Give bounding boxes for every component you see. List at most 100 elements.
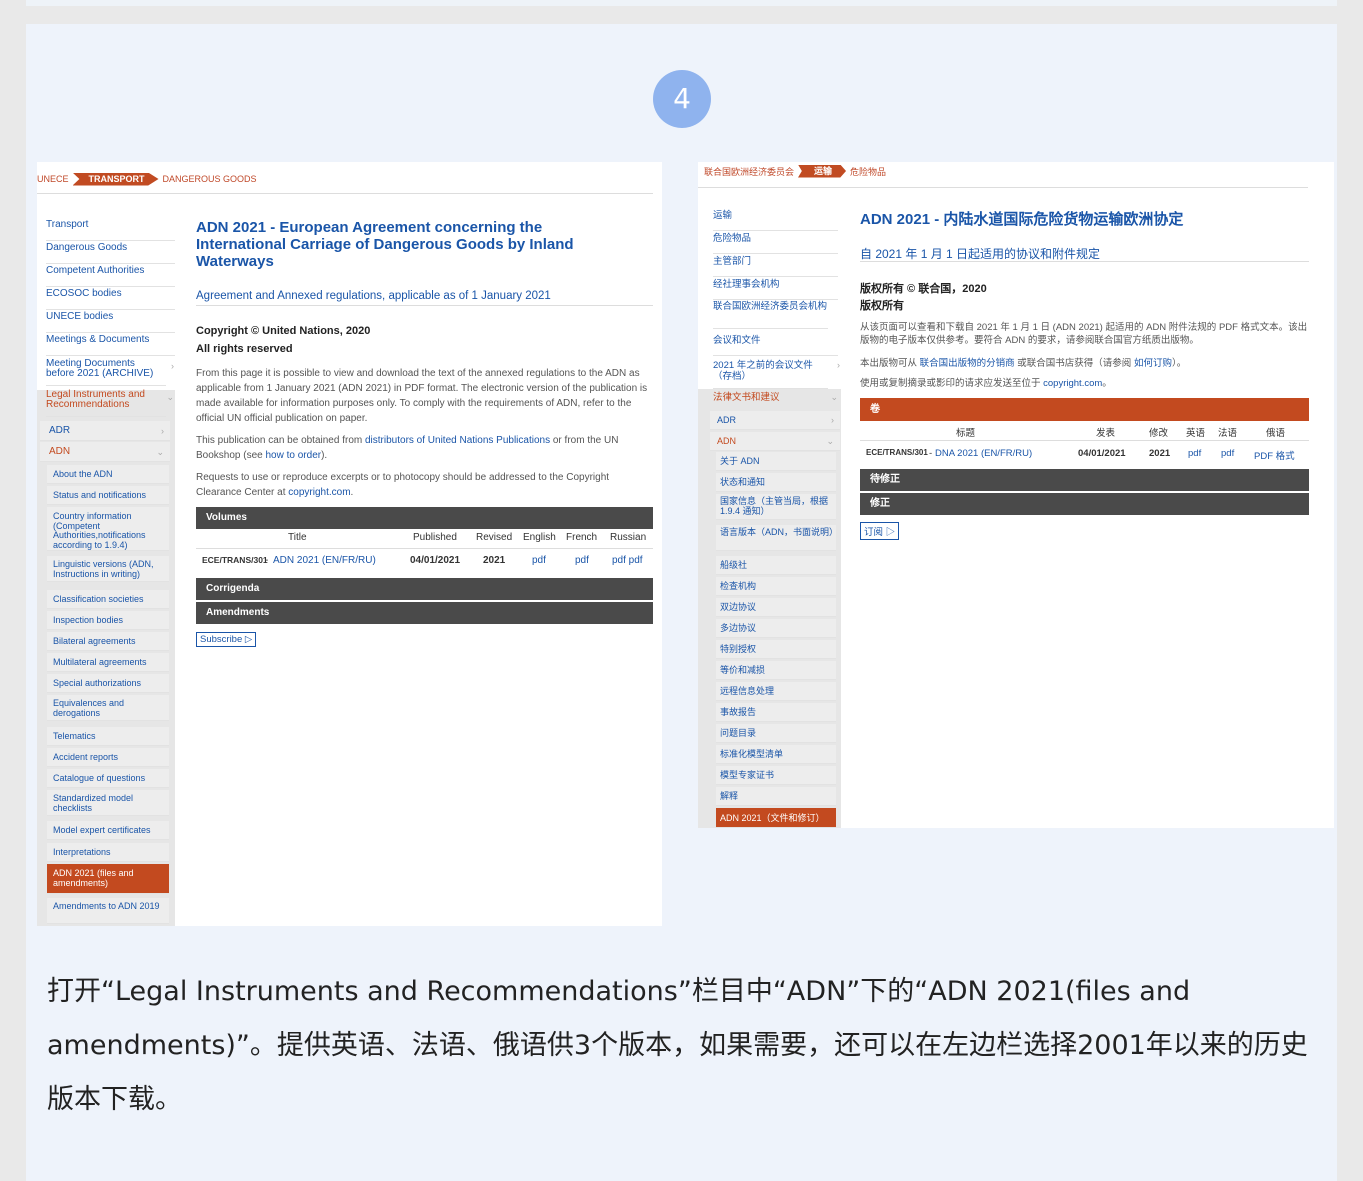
breadcrumb-unece[interactable]: UNECE	[37, 174, 69, 184]
nav-model-checklists[interactable]: Standardized model checklists	[47, 790, 169, 816]
nav-status-notifications[interactable]: Status and notifications	[47, 486, 169, 505]
screenshot-english: UNECE TRANSPORT DANGEROUS GOODS Transpor…	[37, 162, 662, 926]
nav-meetings-documents[interactable]: Meetings & Documents	[46, 333, 175, 356]
nav-classification-zh[interactable]: 船级社	[716, 556, 836, 575]
amendments-header-zh[interactable]: 修正	[860, 493, 1309, 515]
nav-adr-zh[interactable]: ADR ›	[710, 411, 840, 430]
nav-adn[interactable]: ADN ⌄	[40, 442, 170, 462]
nav-unece-bodies[interactable]: UNECE bodies	[46, 310, 175, 333]
breadcrumb-transport-zh[interactable]: 运输	[798, 164, 847, 178]
nav-dangerous-goods-zh[interactable]: 危险物品	[713, 232, 838, 254]
nav-status-zh[interactable]: 状态和通知	[716, 473, 836, 492]
breadcrumb-dangerous-goods-zh[interactable]: 危险物品	[850, 165, 886, 178]
russian-pdf-link-zh[interactable]: PDF 格式	[1254, 448, 1295, 462]
french-pdf-link-zh[interactable]: pdf	[1221, 448, 1234, 459]
nav-adn-2021-zh[interactable]: ADN 2021（文件和修订）	[716, 808, 836, 828]
copyright-link[interactable]: copyright.com	[288, 487, 350, 498]
adn-2021-title-link[interactable]: ADN 2021 (EN/FR/RU)	[273, 555, 376, 566]
english-pdf-link[interactable]: pdf	[532, 555, 546, 566]
nav-checklists-zh[interactable]: 标准化模型清单	[716, 745, 836, 764]
nav-multilateral-zh[interactable]: 多边协议	[716, 619, 836, 638]
caption: 打开“Legal Instruments and Recommendations…	[47, 976, 1308, 1115]
nav-country-zh[interactable]: 国家信息（主管当局，根据 1.9.4 通知）	[716, 494, 836, 520]
table-header-row: Title Published Revised English French R…	[196, 532, 653, 549]
screenshot-chinese: 联合国欧洲经济委员会 运输 危险物品 运输 危险物品 主管部门 经社理事会机构 …	[698, 162, 1334, 828]
nav-country-information[interactable]: Country information (Competent Authoriti…	[47, 507, 169, 551]
page-subtitle-zh: 自 2021 年 1 月 1 日起适用的协议和附件规定	[860, 247, 1101, 261]
nav-interpretations-zh[interactable]: 解释	[716, 787, 836, 806]
nav-archive-zh[interactable]: 2021 年之前的会议文件（存档） ›	[713, 360, 840, 389]
nav-special-authorizations[interactable]: Special authorizations	[47, 674, 169, 693]
nav-competent-authorities-zh[interactable]: 主管部门	[713, 255, 838, 277]
nav-adn-2021-files[interactable]: ADN 2021 (files and amendments)	[47, 864, 169, 894]
table-row-zh: ECE/TRANS/301 - DNA 2021 (EN/FR/RU) 04/0…	[866, 448, 1295, 462]
nav-bilateral-agreements[interactable]: Bilateral agreements	[47, 632, 169, 651]
nav-questions-zh[interactable]: 问题目录	[716, 724, 836, 743]
rights-line: All rights reserved	[196, 343, 293, 355]
nav-competent-authorities[interactable]: Competent Authorities	[46, 264, 175, 287]
russian-pdf-link[interactable]: pdf pdf	[612, 555, 643, 566]
copyright-link-zh[interactable]: copyright.com	[1043, 378, 1102, 389]
rights-zh: 版权所有	[860, 300, 904, 312]
table-row: ECE/TRANS/301 - ADN 2021 (EN/FR/RU) 04/0…	[202, 555, 643, 566]
french-pdf-link[interactable]: pdf	[575, 555, 589, 566]
how-to-order-link[interactable]: how to order	[266, 450, 322, 461]
subscribe-button-zh[interactable]: 订阅 ▷	[860, 522, 900, 540]
english-pdf-link-zh[interactable]: pdf	[1188, 448, 1201, 459]
subscribe-button[interactable]: Subscribe ▷	[196, 632, 257, 647]
nav-accident-zh[interactable]: 事故报告	[716, 703, 836, 722]
amendments-header[interactable]: Amendments	[196, 602, 653, 624]
breadcrumb: UNECE TRANSPORT DANGEROUS GOODS	[37, 172, 261, 186]
nav-accident-reports[interactable]: Accident reports	[47, 748, 169, 767]
nav-telematics[interactable]: Telematics	[47, 727, 169, 746]
nav-inspection-bodies[interactable]: Inspection bodies	[47, 611, 169, 630]
nav-linguistic-versions[interactable]: Linguistic versions (ADN, Instructions i…	[47, 556, 169, 582]
breadcrumb-unece-zh[interactable]: 联合国欧洲经济委员会	[704, 165, 794, 178]
nav-meetings-zh[interactable]: 会议和文件	[713, 334, 838, 356]
nav-legal-zh[interactable]: 法律文书和建议 ⌄	[713, 391, 838, 413]
nav-amendments-adn-2019[interactable]: Amendments to ADN 2019	[47, 898, 169, 924]
nav-catalogue-questions[interactable]: Catalogue of questions	[47, 769, 169, 788]
nav-unece-bodies-zh[interactable]: 联合国欧洲经济委员会机构	[713, 301, 828, 329]
dna-2021-title-link[interactable]: DNA 2021 (EN/FR/RU)	[935, 448, 1032, 459]
copyright-paragraph: Requests to use or reproduce excerpts or…	[196, 472, 610, 498]
nav-about-adn[interactable]: About the ADN	[47, 465, 169, 484]
volumes-header: Volumes	[196, 507, 653, 529]
nav-linguistic-zh[interactable]: 语言版本（ADN，书面说明）	[716, 525, 838, 551]
corrigenda-header-zh[interactable]: 待修正	[860, 469, 1309, 491]
page-title-zh: ADN 2021 - 内陆水道国际危险货物运输欧洲协定	[860, 211, 1184, 228]
breadcrumb-transport[interactable]: TRANSPORT	[72, 172, 159, 186]
distributors-link[interactable]: distributors of United Nations Publicati…	[365, 435, 550, 446]
distributors-link-zh[interactable]: 联合国出版物的分销商	[920, 358, 1015, 369]
intro-paragraph-zh: 从该页面可以查看和下载自 2021 年 1 月 1 日 (ADN 2021) 起…	[860, 322, 1308, 346]
page-title: ADN 2021 - European Agreement concerning…	[196, 219, 574, 270]
intro-paragraph: From this page it is possible to view an…	[196, 368, 648, 424]
nav-equivalences[interactable]: Equivalences and derogations	[47, 695, 169, 721]
nav-bilateral-zh[interactable]: 双边协议	[716, 598, 836, 617]
nav-transport-zh[interactable]: 运输	[713, 209, 838, 231]
copyright-line: Copyright © United Nations, 2020	[196, 325, 371, 337]
nav-transport[interactable]: Transport	[46, 218, 175, 241]
nav-ecosoc-zh[interactable]: 经社理事会机构	[713, 278, 838, 300]
copyright-zh: 版权所有 © 联合国，2020	[860, 283, 987, 295]
nav-adr[interactable]: ADR ›	[40, 421, 170, 441]
nav-about-adn-zh[interactable]: 关于 ADN	[716, 452, 836, 471]
nav-special-zh[interactable]: 特别授权	[716, 640, 836, 659]
nav-ecosoc-bodies[interactable]: ECOSOC bodies	[46, 287, 175, 310]
nav-inspection-zh[interactable]: 检查机构	[716, 577, 836, 596]
corrigenda-header[interactable]: Corrigenda	[196, 578, 653, 600]
nav-model-expert-certificates[interactable]: Model expert certificates	[47, 821, 169, 840]
how-to-order-link-zh[interactable]: 如何订购	[1134, 358, 1172, 369]
nav-classification-societies[interactable]: Classification societies	[47, 590, 169, 609]
nav-telematics-zh[interactable]: 远程信息处理	[716, 682, 836, 701]
nav-certificates-zh[interactable]: 模型专家证书	[716, 766, 836, 785]
nav-dangerous-goods[interactable]: Dangerous Goods	[46, 241, 175, 264]
nav-meeting-archive[interactable]: Meeting Documents before 2021 (ARCHIVE) ›	[46, 359, 174, 386]
top-strip	[0, 0, 1363, 8]
nav-adn-zh[interactable]: ADN ⌄	[710, 432, 840, 451]
nav-multilateral-agreements[interactable]: Multilateral agreements	[47, 653, 169, 672]
nav-legal-instruments[interactable]: Legal Instruments and Recommendations ⌄	[46, 390, 174, 417]
nav-interpretations[interactable]: Interpretations	[47, 843, 169, 862]
breadcrumb-dangerous-goods[interactable]: DANGEROUS GOODS	[163, 174, 257, 184]
nav-equivalences-zh[interactable]: 等价和减损	[716, 661, 836, 680]
